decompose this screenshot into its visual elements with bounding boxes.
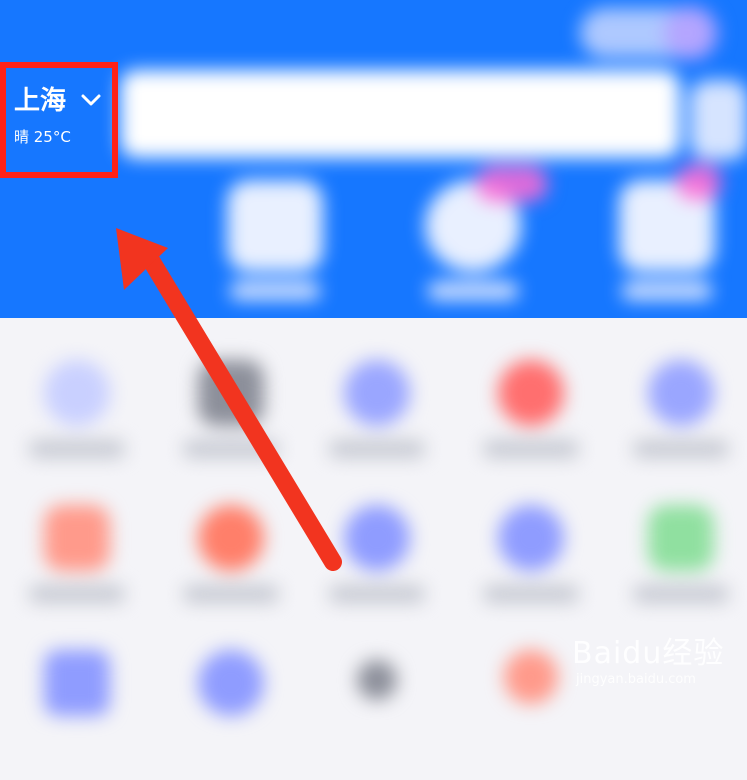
app-label [633, 585, 729, 603]
app-icon [44, 360, 110, 426]
app-label [183, 440, 279, 458]
app-grid-item[interactable] [476, 505, 586, 625]
app-icon [198, 505, 264, 571]
quick-entry-1[interactable] [220, 180, 330, 300]
app-grid-item[interactable] [176, 360, 286, 480]
quick-entry-icon [227, 180, 323, 272]
app-icon [44, 505, 110, 571]
app-icon [344, 360, 410, 426]
app-label [483, 440, 579, 458]
header-avatar[interactable] [664, 6, 718, 60]
app-grid-item[interactable] [322, 505, 432, 625]
app-grid-item[interactable] [22, 505, 132, 625]
app-icon [344, 505, 410, 571]
watermark: Baidu经验 jingyan.baidu.com [572, 618, 747, 702]
app-label [29, 440, 125, 458]
app-icon [648, 360, 714, 426]
quick-entry-3[interactable] [612, 164, 722, 300]
app-icon [44, 650, 110, 716]
app-grid-item[interactable] [476, 650, 586, 770]
app-label [29, 585, 125, 603]
app-grid-item[interactable] [22, 360, 132, 480]
quick-entry-badge [476, 166, 548, 202]
app-icon [498, 360, 564, 426]
app-icon [648, 505, 714, 571]
left-quick-column[interactable] [38, 186, 116, 296]
search-bar[interactable] [120, 70, 680, 158]
quick-entry-badge [676, 164, 722, 200]
app-label [329, 585, 425, 603]
highlight-box [0, 62, 118, 178]
app-label [483, 585, 579, 603]
quick-entry-label [428, 282, 518, 300]
app-grid-item[interactable] [626, 360, 736, 480]
app-icon [198, 650, 264, 716]
app-icon [498, 505, 564, 571]
quick-entry-label [230, 282, 320, 300]
quick-entry-2[interactable] [418, 166, 548, 300]
app-grid-item[interactable] [322, 660, 432, 780]
quick-entry-label [622, 282, 712, 300]
app-label [633, 440, 729, 458]
app-label [329, 440, 425, 458]
app-grid-item[interactable] [176, 650, 286, 770]
watermark-url: jingyan.baidu.com [576, 672, 696, 687]
app-grid-item[interactable] [22, 650, 132, 770]
watermark-brand: Baidu经验 [572, 636, 725, 671]
app-label [183, 585, 279, 603]
app-grid-item[interactable] [626, 505, 736, 625]
app-icon [504, 650, 558, 704]
app-grid-item[interactable] [176, 505, 286, 625]
app-grid-item[interactable] [322, 360, 432, 480]
app-icon [357, 660, 397, 700]
scan-button[interactable] [690, 80, 747, 160]
app-grid-item[interactable] [476, 360, 586, 480]
app-icon [198, 360, 264, 426]
